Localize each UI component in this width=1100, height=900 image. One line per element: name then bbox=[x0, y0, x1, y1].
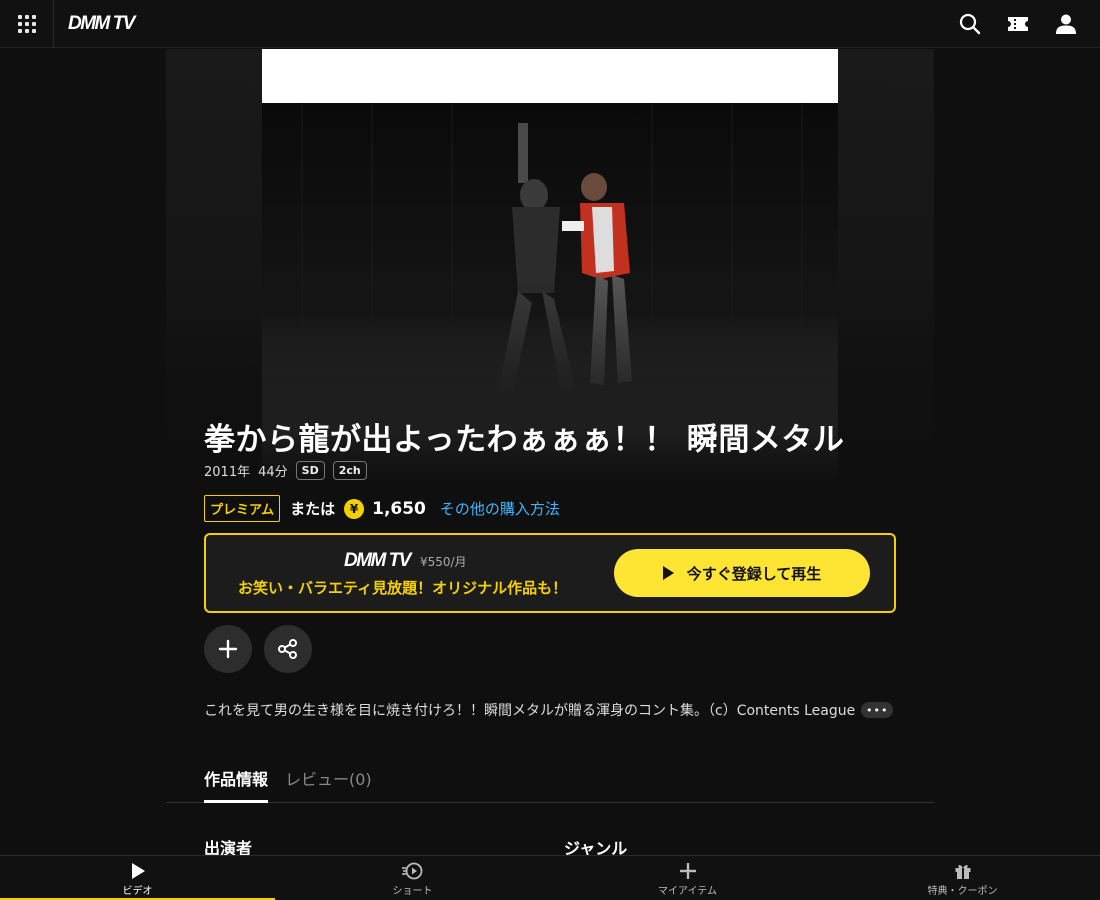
nav-my-items-label: マイアイテム bbox=[658, 886, 717, 897]
subscription-promo: DMM TV ¥550/月 お笑い・バラエティ見放題！オリジナル作品も！ 今すぐ… bbox=[204, 533, 896, 613]
top-header: DMM TV bbox=[0, 0, 1100, 48]
plus-icon bbox=[218, 639, 238, 659]
nav-coupons[interactable]: 特典・クーポン bbox=[825, 856, 1100, 900]
ticket-icon bbox=[1008, 17, 1028, 31]
tab-work-info[interactable]: 作品情報 bbox=[204, 766, 268, 790]
ticket-button[interactable] bbox=[994, 0, 1042, 48]
gift-icon bbox=[955, 864, 970, 879]
add-to-list-button[interactable] bbox=[204, 625, 252, 673]
grid-icon bbox=[17, 14, 36, 33]
dmm-tv-logo[interactable]: DMM TV bbox=[68, 13, 135, 35]
video-meta: 2011年 44分 SD 2ch bbox=[204, 461, 375, 480]
nav-short[interactable]: ショート bbox=[275, 856, 550, 900]
tab-reviews[interactable]: レビュー(0) bbox=[285, 766, 372, 790]
quality-badge: SD bbox=[295, 461, 325, 480]
or-label: または bbox=[290, 500, 336, 518]
subscribe-play-button[interactable]: 今すぐ登録して再生 bbox=[614, 549, 870, 597]
promo-tagline: お笑い・バラエティ見放題！オリジナル作品も！ bbox=[238, 579, 568, 597]
header-actions bbox=[946, 0, 1090, 48]
audio-badge: 2ch bbox=[332, 461, 367, 480]
search-button[interactable] bbox=[946, 0, 994, 48]
nav-my-items[interactable]: マイアイテム bbox=[550, 856, 825, 900]
promo-logo: DMM TV bbox=[344, 550, 411, 571]
yen-icon: ¥ bbox=[344, 498, 365, 519]
release-year: 2011年 bbox=[204, 465, 251, 480]
play-icon bbox=[662, 566, 674, 580]
short-icon bbox=[401, 862, 422, 880]
nav-short-label: ショート bbox=[392, 886, 433, 897]
premium-badge: プレミアム bbox=[204, 495, 281, 522]
price-row: プレミアム または ¥ 1,650 その他の購入方法 bbox=[204, 495, 560, 522]
bottom-nav: ビデオ ショート マイアイテム 特典・クーポン bbox=[0, 855, 1100, 900]
nav-video-label: ビデオ bbox=[122, 886, 153, 897]
account-button[interactable] bbox=[1042, 0, 1090, 48]
user-icon bbox=[1056, 14, 1076, 34]
nav-video[interactable]: ビデオ bbox=[0, 856, 275, 900]
share-icon bbox=[278, 639, 297, 659]
description-text: これを見て男の生き様を目に焼き付けろ！！瞬間メタルが贈る渾身のコント集。（c）C… bbox=[204, 703, 856, 719]
purchase-price: 1,650 bbox=[372, 498, 426, 519]
promo-monthly-price: ¥550/月 bbox=[419, 555, 467, 569]
description: これを見て男の生き様を目に焼き付けろ！！瞬間メタルが贈る渾身のコント集。（c）C… bbox=[204, 700, 894, 720]
other-purchase-link[interactable]: その他の購入方法 bbox=[440, 498, 560, 519]
share-button[interactable] bbox=[264, 625, 312, 673]
search-icon bbox=[959, 13, 981, 35]
more-button[interactable]: ••• bbox=[861, 702, 894, 718]
duration: 44分 bbox=[258, 465, 288, 480]
menu-grid-button[interactable] bbox=[0, 0, 54, 48]
tab-bar: 作品情報 レビュー(0) bbox=[166, 754, 934, 803]
video-title: 拳から龍が出よったわぁぁぁ！！ 瞬間メタル bbox=[204, 422, 845, 458]
cta-label: 今すぐ登録して再生 bbox=[686, 564, 822, 583]
tab-active-indicator bbox=[204, 800, 268, 803]
play-icon bbox=[131, 863, 145, 879]
nav-coupons-label: 特典・クーポン bbox=[927, 886, 998, 897]
plus-icon bbox=[679, 863, 696, 879]
